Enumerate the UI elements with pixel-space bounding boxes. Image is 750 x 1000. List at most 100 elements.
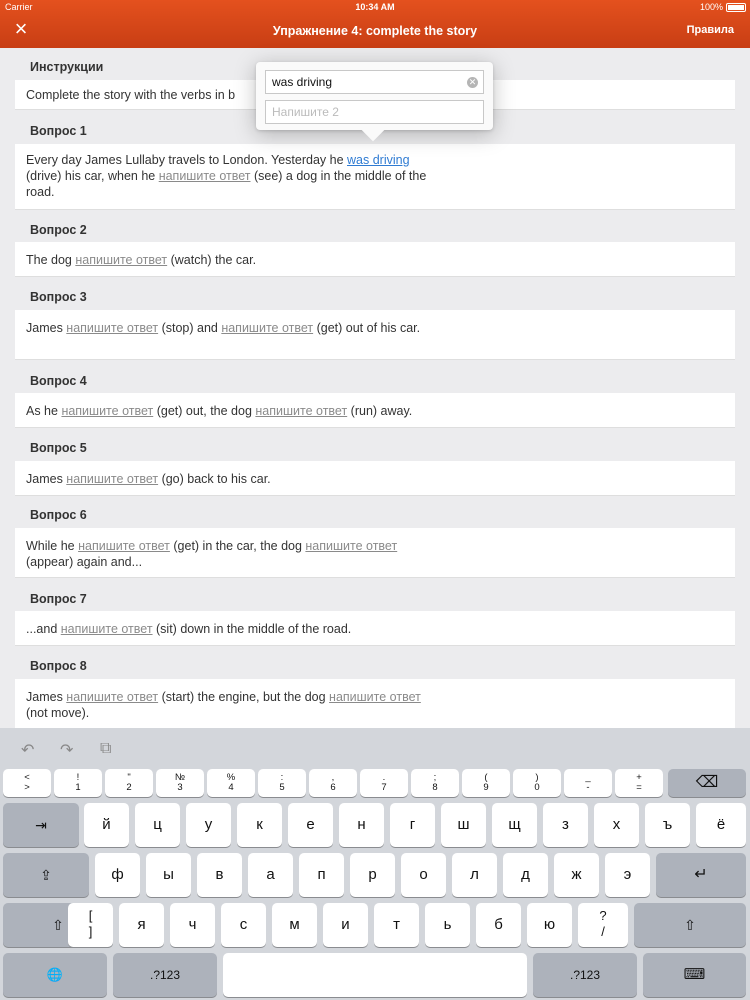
answer-blank[interactable]: напишите ответ xyxy=(255,404,347,418)
question-text: As he xyxy=(26,404,62,418)
key-letter[interactable]: а xyxy=(248,853,293,897)
key-letter[interactable]: й xyxy=(84,803,129,847)
question-text: (sit) down in the middle of the road. xyxy=(152,622,352,636)
redo-icon[interactable]: ↷ xyxy=(60,740,78,759)
key-question[interactable]: ? / xyxy=(578,903,628,947)
shift-right-key[interactable]: ⇧ xyxy=(634,903,746,947)
return-key[interactable]: ↵ xyxy=(656,853,746,897)
clear-icon[interactable]: ✕ xyxy=(467,77,478,88)
answer-blank-filled[interactable]: was driving xyxy=(347,153,410,167)
key-letter[interactable]: м xyxy=(272,903,317,947)
key-letter[interactable]: я xyxy=(119,903,164,947)
key-letter[interactable]: б xyxy=(476,903,521,947)
caps-lock-key[interactable]: ⇪ xyxy=(3,853,89,897)
rules-button[interactable]: Правила xyxy=(687,24,734,36)
question-text: (watch) the car. xyxy=(167,253,257,267)
key-letter[interactable]: е xyxy=(288,803,333,847)
question-card: The dog напишите ответ (watch) the car. xyxy=(15,242,735,277)
question-text: The dog xyxy=(26,253,76,267)
answer-blank[interactable]: напишите ответ xyxy=(66,690,158,704)
answer-blank[interactable]: напишите ответ xyxy=(61,404,153,418)
answer-blank[interactable]: напишите ответ xyxy=(66,472,158,486)
paste-icon[interactable]: ⧉ xyxy=(100,740,118,757)
undo-icon[interactable]: ↶ xyxy=(21,740,39,759)
key-letter[interactable]: ё xyxy=(696,803,746,847)
key-7[interactable]: .7 xyxy=(360,769,408,797)
hide-keyboard-icon[interactable]: ⌨ xyxy=(643,953,746,997)
answer-blank[interactable]: напишите ответ xyxy=(221,321,313,335)
key-letter[interactable]: ф xyxy=(95,853,140,897)
key-letter[interactable]: ц xyxy=(135,803,180,847)
answer-blank[interactable]: напишите ответ xyxy=(305,539,397,553)
key-letter[interactable]: с xyxy=(221,903,266,947)
question-label: Вопрос 3 xyxy=(30,290,87,304)
space-bar[interactable] xyxy=(223,953,527,997)
key-letter[interactable]: ж xyxy=(554,853,599,897)
key-3[interactable]: № 3 xyxy=(156,769,204,797)
question-card: James напишите ответ (go) back to his ca… xyxy=(15,461,735,496)
question-card: Every day James Lullaby travels to Londo… xyxy=(15,144,735,210)
key-letter[interactable]: ъ xyxy=(645,803,690,847)
question-label: Вопрос 6 xyxy=(30,508,87,522)
key-letter[interactable]: п xyxy=(299,853,344,897)
question-text: James xyxy=(26,321,67,335)
key-letter[interactable]: р xyxy=(350,853,395,897)
key-letter[interactable]: э xyxy=(605,853,650,897)
key-letter[interactable]: н xyxy=(339,803,384,847)
key-letter[interactable]: щ xyxy=(492,803,537,847)
key-angle-brackets[interactable]: < > xyxy=(3,769,51,797)
question-text: (not move). xyxy=(26,706,90,720)
key-letter[interactable]: к xyxy=(237,803,282,847)
key-8[interactable]: ; 8 xyxy=(411,769,459,797)
key-letter[interactable]: д xyxy=(503,853,548,897)
exercise-content[interactable]: Инструкции Complete the story with the v… xyxy=(0,48,750,728)
key-letter[interactable]: в xyxy=(197,853,242,897)
key-letter[interactable]: о xyxy=(401,853,446,897)
key-letter[interactable]: ы xyxy=(146,853,191,897)
backspace-key[interactable]: ⌫ xyxy=(668,769,746,797)
status-bar: Carrier 10:34 AM 100% xyxy=(0,2,750,14)
globe-icon[interactable]: 🌐 xyxy=(3,953,107,997)
key-5[interactable]: :5 xyxy=(258,769,306,797)
key-2[interactable]: " 2 xyxy=(105,769,153,797)
key-letter[interactable]: и xyxy=(323,903,368,947)
question-card: James напишите ответ (start) the engine,… xyxy=(15,679,735,728)
answer-blank[interactable]: напишите ответ xyxy=(75,253,167,267)
answer-blank[interactable]: напишите ответ xyxy=(61,622,153,636)
key-letter[interactable]: ь xyxy=(425,903,470,947)
key-letter[interactable]: у xyxy=(186,803,231,847)
question-label: Вопрос 8 xyxy=(30,659,87,673)
onscreen-keyboard: ↶ ↷ ⧉ < > ! 1 " 2 № 3 % 4 :5 ,6 .7 ; 8 (9 ) 0 _… xyxy=(0,728,750,1000)
page-title: Упражнение 4: complete the story xyxy=(272,24,478,38)
key-equals[interactable]: + = xyxy=(615,769,663,797)
tab-key[interactable]: ⇥ xyxy=(3,803,79,847)
key-4[interactable]: % 4 xyxy=(207,769,255,797)
key-letter[interactable]: л xyxy=(452,853,497,897)
answer-blank[interactable]: напишите ответ xyxy=(159,169,251,183)
key-brackets[interactable]: [] xyxy=(68,903,113,947)
numbers-key-right[interactable]: .?123 xyxy=(533,953,637,997)
question-label: Вопрос 2 xyxy=(30,223,87,237)
key-0[interactable]: ) 0 xyxy=(513,769,561,797)
key-letter[interactable]: ч xyxy=(170,903,215,947)
question-text: (appear) again and... xyxy=(26,555,143,569)
answer-blank[interactable]: напишите ответ xyxy=(329,690,421,704)
instructions-heading: Инструкции xyxy=(30,60,104,74)
key-9[interactable]: (9 xyxy=(462,769,510,797)
key-letter[interactable]: т xyxy=(374,903,419,947)
keyboard-shortcut-bar: ↶ ↷ ⧉ xyxy=(0,728,750,768)
key-1[interactable]: ! 1 xyxy=(54,769,102,797)
question-text: (get) out, the dog xyxy=(153,404,256,418)
key-letter[interactable]: х xyxy=(594,803,639,847)
numbers-key[interactable]: .?123 xyxy=(113,953,217,997)
key-letter[interactable]: г xyxy=(390,803,435,847)
answer-blank[interactable]: напишите ответ xyxy=(66,321,158,335)
key-6[interactable]: ,6 xyxy=(309,769,357,797)
answer-input[interactable]: was driving ✕ xyxy=(265,70,484,94)
key-letter[interactable]: з xyxy=(543,803,588,847)
key-letter[interactable]: ш xyxy=(441,803,486,847)
key-letter[interactable]: ю xyxy=(527,903,572,947)
key-minus[interactable]: _ - xyxy=(564,769,612,797)
second-answer-input[interactable]: Напишите 2 xyxy=(265,100,484,124)
answer-blank[interactable]: напишите ответ xyxy=(78,539,170,553)
